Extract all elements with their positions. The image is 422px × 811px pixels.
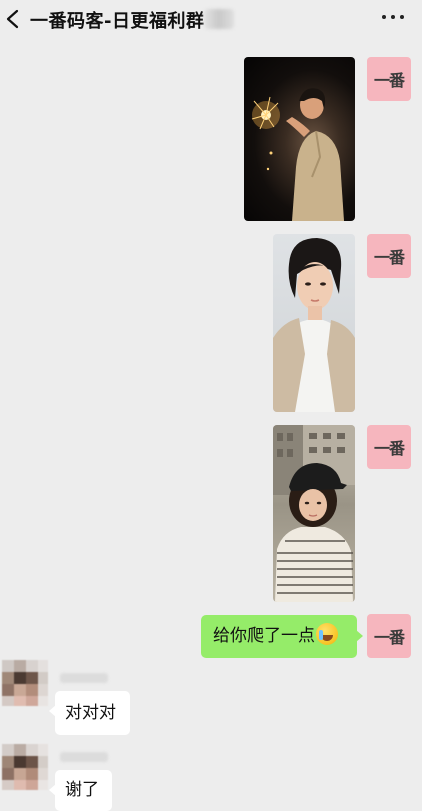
self-avatar[interactable]: 一番 — [367, 614, 411, 658]
other-text-bubble[interactable]: 对对对 — [49, 691, 130, 735]
crying-laughing-emoji-icon — [316, 623, 338, 645]
sender-name-redaction — [60, 673, 108, 683]
self-avatar[interactable]: 一番 — [367, 57, 411, 101]
image-message[interactable] — [244, 57, 355, 221]
message-text: 给你爬了一点 — [213, 626, 315, 646]
chat-header: 一番码客-日更福利群 — [0, 0, 422, 38]
message-text: 谢了 — [65, 780, 99, 800]
image-message[interactable] — [273, 234, 355, 412]
self-avatar[interactable]: 一番 — [367, 234, 411, 278]
more-dots-icon[interactable] — [382, 15, 404, 21]
chevron-left-icon[interactable] — [4, 9, 22, 29]
other-avatar[interactable] — [2, 744, 48, 790]
message-text: 对对对 — [65, 703, 116, 723]
photo-street — [273, 425, 355, 602]
other-avatar[interactable] — [2, 660, 48, 706]
photo-sparkler — [251, 88, 344, 221]
image-message[interactable] — [273, 425, 355, 602]
title-redaction — [204, 9, 234, 29]
chat-title: 一番码客-日更福利群 — [30, 11, 205, 32]
photo-portrait — [273, 238, 355, 412]
other-text-bubble[interactable]: 谢了 — [49, 770, 112, 811]
self-avatar[interactable]: 一番 — [367, 425, 411, 469]
self-text-bubble[interactable]: 给你爬了一点 — [201, 615, 363, 658]
sender-name-redaction — [60, 752, 108, 762]
